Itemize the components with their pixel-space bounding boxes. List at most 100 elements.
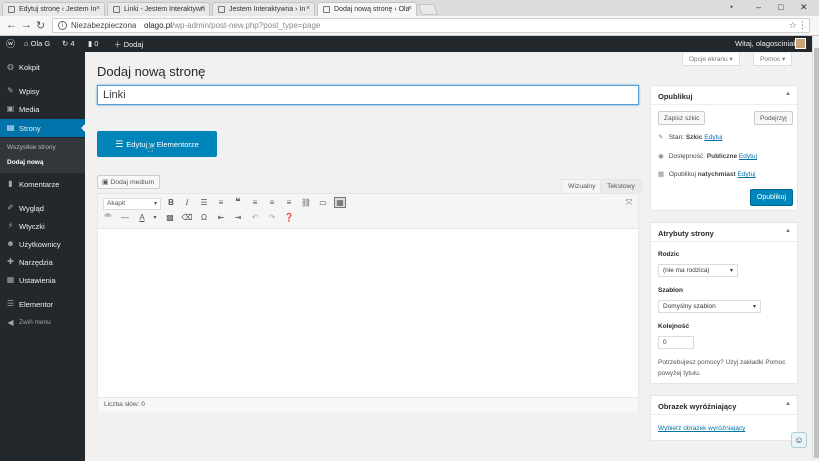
updates-link[interactable]: ↻ 4 [62,39,75,48]
sidebar-collapse[interactable]: ◀ Zwiń menu [0,314,85,332]
horizontal-line-icon[interactable]: — [119,213,131,222]
publish-button[interactable]: Opublikuj [750,189,793,206]
media-icon: ▣ [6,104,15,113]
browser-tab[interactable]: Linki - Jestem Interaktywn × [107,2,210,16]
sidebar-item-media[interactable]: ▣ Media [0,100,85,118]
info-icon[interactable]: i [58,21,67,30]
redo-icon[interactable]: ↷ [266,213,278,222]
text-color-icon[interactable]: A [136,213,148,222]
close-tab-icon[interactable]: × [306,5,310,12]
page-attributes-title[interactable]: Atrybuty strony ▲ [651,223,797,242]
preview-button[interactable]: Podejrzyj [754,111,793,125]
indent-icon[interactable]: ⇥ [232,213,244,222]
close-tab-icon[interactable]: × [201,5,205,12]
tab-text[interactable]: Tekstowy [600,179,642,193]
special-character-icon[interactable]: Ω [198,213,210,222]
url-text: olago.pl/wp-admin/post-new.php?post_type… [144,21,321,30]
save-draft-button[interactable]: Zapisz szkic [658,111,706,125]
paste-text-icon[interactable]: ▩ [164,213,176,222]
close-tab-icon[interactable]: × [96,5,100,12]
sidebar-item-wpisy[interactable]: ✎ Wpisy [0,82,85,100]
template-select[interactable]: Domyślny szablon ▾ [658,300,761,313]
submenu-all-pages[interactable]: Wszystkie strony [7,144,56,151]
new-content-link[interactable]: ＋ Dodaj [114,39,143,50]
edit-schedule-link[interactable]: Edytuj [737,171,755,178]
blockquote-icon[interactable]: ❝ [232,197,244,208]
fullscreen-icon[interactable]: ⤧ [623,198,635,208]
user-greeting[interactable]: Witaj, olagosciniak [735,39,797,48]
numbered-list-icon[interactable]: ≡ [215,198,227,207]
help-icon[interactable]: ❓ [283,213,295,222]
help-button[interactable]: Pomoc ▾ [753,53,793,66]
link-icon[interactable]: ⛓ [300,198,312,207]
title-input[interactable] [97,85,639,105]
scrollbar-thumb[interactable] [814,48,819,458]
sidebar-item-ustawienia[interactable]: ▦ Ustawienia [0,271,85,289]
tab-visual[interactable]: Wizualny [561,179,603,193]
forward-icon[interactable]: → [21,19,32,31]
bullet-list-icon[interactable]: ☰ [198,198,210,207]
screen-options-button[interactable]: Opcje ekranu ▾ [682,53,740,66]
close-window-icon[interactable]: ✕ [800,2,808,13]
edit-visibility-link[interactable]: Edytuj [739,153,757,160]
add-media-button[interactable]: ▣ Dodaj medium [97,175,161,189]
outdent-icon[interactable]: ⇤ [215,213,227,222]
sidebar-item-wtyczki[interactable]: ⚡ Wtyczki [0,217,85,235]
format-select[interactable]: Akapit ▾ [103,198,161,210]
wrench-icon: ✚ [7,257,14,266]
sidebar-item-komentarze[interactable]: ▮ Komentarze [0,175,85,193]
user-profile-icon[interactable]: ◔ [728,2,733,12]
page-scrollbar[interactable] [812,36,819,461]
browser-menu-icon[interactable]: ⋮ [798,20,807,31]
align-right-icon[interactable]: ≡ [283,198,295,207]
editor-content-area[interactable] [98,230,638,390]
sidebar-item-strony[interactable]: ▤ Strony [0,119,85,137]
publish-box-title[interactable]: Opublikuj ▲ [651,86,797,105]
comment-icon: ▮ [8,179,13,188]
bookmark-star-icon[interactable]: ☆ [789,20,797,31]
maximize-icon[interactable]: □ [778,2,783,12]
sidebar-item-narzedzia[interactable]: ✚ Narzędzia [0,253,85,271]
browser-tab[interactable]: Jestem Interaktywna › In × [212,2,315,16]
collapse-toggle-icon[interactable]: ▲ [785,228,791,234]
wp-admin-bar: ⓦ ⌂ Ola G ↻ 4 ▮ 0 ＋ Dodaj Witaj, olagosc… [0,36,812,52]
comments-link[interactable]: ▮ 0 [88,39,98,48]
order-input[interactable]: 0 [658,336,694,349]
edit-with-elementor-button[interactable]: ☰ Edytuj w Elementorze [97,131,217,157]
edit-status-link[interactable]: Edytuj [704,134,722,141]
chevron-down-icon[interactable]: ▾ [149,214,161,221]
site-name-link[interactable]: ⌂ Ola G [24,39,50,48]
strikethrough-icon[interactable]: ᴬᴮᶜ [102,214,114,220]
toolbar-toggle-icon[interactable]: ▦ [334,197,346,208]
new-tab-button[interactable] [417,4,439,15]
status-row: ✎ Stan: Szkic Edytuj [658,134,723,141]
wordpress-logo-icon[interactable]: ⓦ [6,37,15,50]
collapse-toggle-icon[interactable]: ▲ [785,91,791,97]
back-icon[interactable]: ← [6,19,17,31]
reload-icon[interactable]: ↻ [36,19,45,32]
featured-image-title[interactable]: Obrazek wyróżniający ▲ [651,396,797,415]
avatar[interactable] [795,38,806,49]
minimize-icon[interactable]: – [756,2,761,12]
browser-tab[interactable]: Edytuj stronę ‹ Jestem In × [2,2,105,16]
more-tag-icon[interactable]: ▭ [317,198,329,207]
sidebar-item-elementor[interactable]: ☰ Elementor [0,295,85,313]
browser-tab-active[interactable]: Dodaj nową stronę ‹ Ola × [317,2,417,16]
order-label: Kolejność [658,323,690,330]
assistant-avatar-icon[interactable]: ☺ [791,432,807,448]
sidebar-item-kokpit[interactable]: ◍ Kokpit [0,58,85,76]
bold-icon[interactable]: B [165,198,177,207]
align-center-icon[interactable]: ≡ [266,198,278,207]
address-bar[interactable]: i Niezabezpieczona olago.pl/wp-admin/pos… [52,18,810,33]
sidebar-item-wyglad[interactable]: ✐ Wygląd [0,199,85,217]
parent-select[interactable]: (nie ma rodzica) ▾ [658,264,738,277]
set-featured-image-link[interactable]: Wybierz obrazek wyróżniający [658,425,745,432]
collapse-toggle-icon[interactable]: ▲ [785,401,791,407]
undo-icon[interactable]: ↶ [249,213,261,222]
clear-formatting-icon[interactable]: ⌫ [181,213,193,222]
close-tab-icon[interactable]: × [408,5,412,12]
align-left-icon[interactable]: ≡ [249,198,261,207]
italic-icon[interactable]: I [181,198,193,207]
submenu-add-new[interactable]: Dodaj nową [7,159,43,166]
sidebar-item-uzytkownicy[interactable]: ☻ Użytkownicy [0,235,85,253]
